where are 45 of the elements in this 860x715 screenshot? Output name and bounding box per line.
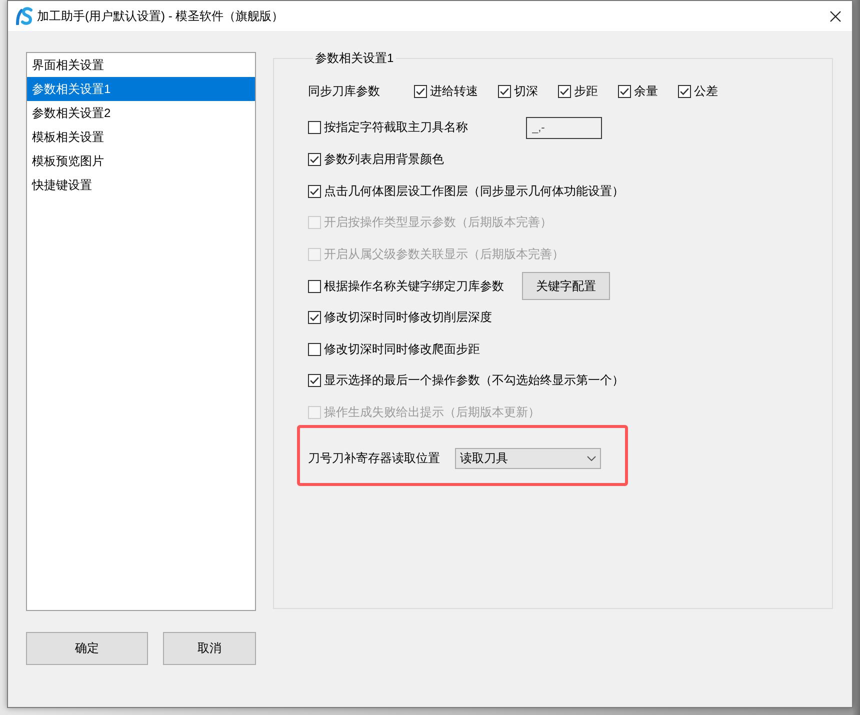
checkbox[interactable] (308, 121, 321, 134)
close-icon[interactable] (830, 10, 840, 22)
checkbox-label[interactable]: 点击几何体图层设工作图层（同步显示几何体功能设置） (324, 182, 624, 200)
list-item[interactable]: 参数相关设置1 (27, 77, 255, 101)
checkbox-label[interactable]: 修改切深时同时修改切削层深度 (324, 309, 492, 326)
dialog-button[interactable]: 确定 (26, 632, 148, 665)
checkbox[interactable] (498, 84, 511, 98)
dropdown[interactable]: 读取刀具 (455, 448, 601, 470)
checkbox[interactable] (414, 84, 427, 98)
checkbox[interactable] (618, 84, 631, 98)
register-label: 刀号刀补寄存器读取位置 (308, 450, 440, 468)
checkbox-label[interactable]: 公差 (694, 82, 718, 100)
chevron-down-icon[interactable] (587, 456, 596, 462)
app-logo-icon (16, 7, 33, 25)
group-title: 参数相关设置1 (314, 50, 395, 66)
checkbox-label[interactable]: 修改切深时同时修改爬面步距 (324, 340, 480, 358)
checkbox[interactable] (308, 374, 321, 388)
list-item[interactable]: 参数相关设置2 (27, 101, 255, 125)
list-item[interactable]: 快捷键设置 (27, 173, 255, 197)
checkbox[interactable] (308, 311, 321, 324)
checkbox[interactable] (558, 84, 571, 98)
window-title: 加工助手(用户默认设置) - 模圣软件（旗舰版） (37, 8, 285, 24)
keyword-config-button[interactable]: 关键字配置 (522, 272, 610, 300)
checkbox-label[interactable]: 按指定字符截取主刀具名称 (324, 119, 468, 136)
list-item[interactable]: 模板预览图片 (27, 149, 255, 173)
dialog-button[interactable]: 取消 (163, 632, 256, 665)
checkbox-label: 操作生成失败给出提示（后期版本更新） (324, 404, 540, 422)
checkbox-label[interactable]: 根据操作名称关键字绑定刀库参数 (324, 278, 504, 295)
checkbox[interactable] (308, 184, 321, 198)
checkbox-label[interactable]: 余量 (634, 82, 658, 100)
sync-label: 同步刀库参数 (308, 82, 381, 100)
checkbox-label: 开启按操作类型显示参数（后期版本完善） (324, 214, 552, 232)
checkbox-label[interactable]: 进给转速 (430, 82, 478, 100)
checkbox[interactable] (308, 342, 321, 356)
checkbox[interactable] (308, 152, 321, 166)
checkbox-label[interactable]: 显示选择的最后一个操作参数（不勾选始终显示第一个） (324, 372, 624, 390)
checkbox[interactable] (308, 280, 321, 293)
text-field[interactable]: _,- (526, 116, 602, 139)
list-item[interactable]: 界面相关设置 (27, 53, 255, 77)
list-item[interactable]: 模板相关设置 (27, 125, 255, 149)
checkbox-label[interactable]: 切深 (514, 82, 538, 100)
checkbox-label: 开启从属父级参数关联显示（后期版本完善） (324, 246, 564, 263)
checkbox-label[interactable]: 参数列表启用背景颜色 (324, 150, 444, 168)
checkbox-label[interactable]: 步距 (574, 82, 598, 100)
checkbox[interactable] (678, 84, 691, 98)
